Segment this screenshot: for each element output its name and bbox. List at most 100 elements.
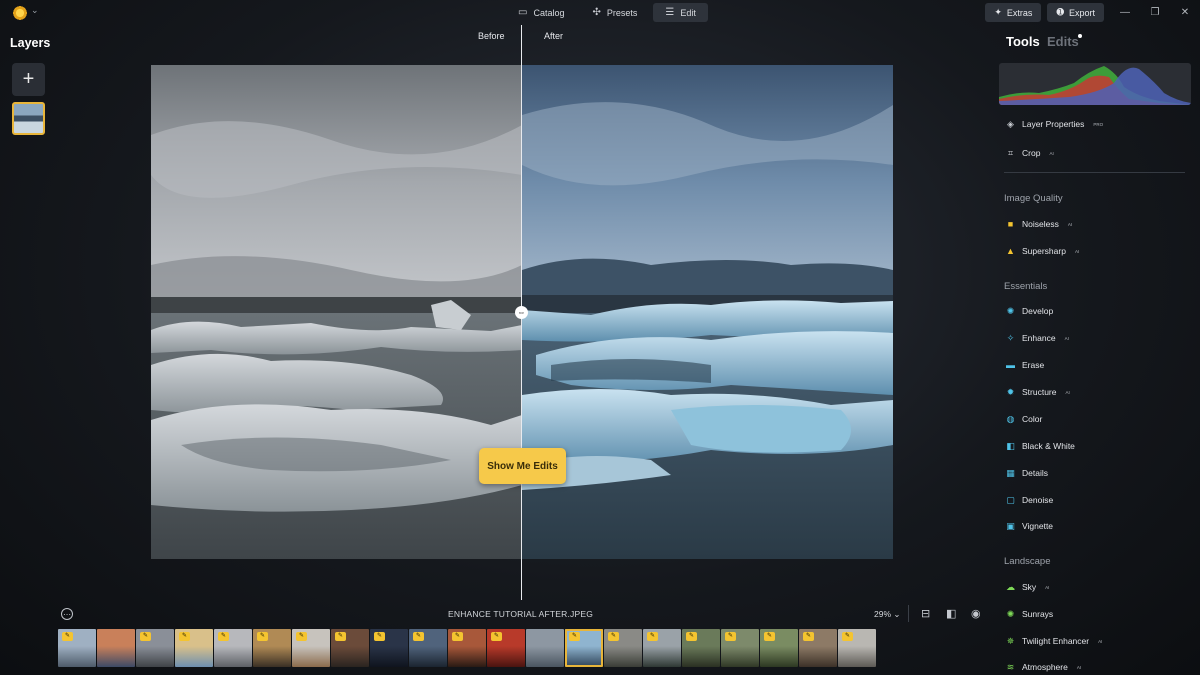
tool-develop[interactable]: ✺ Develop — [1006, 306, 1053, 316]
plus-icon: + — [22, 68, 35, 90]
filmstrip-thumbnail[interactable]: ✎ — [721, 629, 759, 667]
histogram-graph — [999, 66, 1191, 105]
filmstrip-thumbnail[interactable]: ✎ — [370, 629, 408, 667]
filmstrip-thumbnail[interactable]: ✎ — [604, 629, 642, 667]
tool-vignette[interactable]: ▣ Vignette — [1006, 521, 1053, 531]
tool-badge: AI — [1064, 335, 1069, 341]
filmstrip-thumbnail[interactable]: ✎ — [253, 629, 291, 667]
filmstrip-thumbnail[interactable]: ✎ — [643, 629, 681, 667]
after-label: After — [544, 31, 564, 41]
split-handle-icon[interactable]: ⇔ — [515, 306, 528, 319]
structure-icon: ✹ — [1006, 386, 1015, 397]
catalog-icon: ▭ — [518, 7, 528, 18]
preview-eye-icon[interactable]: ◉ — [971, 607, 981, 620]
tool-label: Color — [1022, 414, 1043, 424]
minimize-icon[interactable]: — — [1110, 7, 1140, 18]
restore-icon[interactable]: ❐ — [1140, 7, 1170, 18]
chevron-down-icon[interactable]: ⌄ — [31, 5, 39, 16]
noiseless-icon: ■ — [1007, 218, 1014, 229]
tool-label: Develop — [1022, 306, 1054, 316]
presets-icon: ✣ — [592, 7, 601, 18]
export-label: Export — [1068, 7, 1095, 18]
tool-label: Denoise — [1022, 495, 1054, 505]
show-me-edits-button[interactable]: Show Me Edits — [479, 448, 566, 484]
close-icon[interactable]: ✕ — [1170, 7, 1200, 18]
tool-crop[interactable]: ⌗ Crop AI — [1006, 148, 1054, 158]
edited-badge-icon: ✎ — [647, 632, 658, 641]
tool-erase[interactable]: ▬ Erase — [1006, 360, 1044, 370]
tool-layer-properties[interactable]: ◈ Layer Properties PRO — [1006, 119, 1103, 129]
tool-supersharp[interactable]: ▲ Supersharp AI — [1006, 246, 1079, 256]
filmstrip-thumbnail[interactable]: ✎ — [838, 629, 876, 667]
tool-details[interactable]: ▦ Details — [1006, 468, 1048, 478]
edited-badge-icon: ✎ — [179, 632, 190, 641]
crop-icon: ⌗ — [1007, 147, 1014, 158]
tool-badge: AI — [1049, 150, 1054, 156]
tab-edits[interactable]: Edits — [1047, 34, 1079, 49]
edited-badge-icon: ✎ — [842, 632, 853, 641]
filmstrip-thumbnail[interactable]: ✎ — [760, 629, 798, 667]
tool-label: Details — [1022, 468, 1048, 478]
edited-badge-icon: ✎ — [218, 632, 229, 641]
tab-edit[interactable]: ☰ Edit — [653, 3, 708, 22]
tool-atmosphere[interactable]: ≋ Atmosphere AI — [1006, 662, 1081, 672]
filmstrip-thumbnail[interactable] — [97, 629, 135, 667]
filmstrip-thumbnail[interactable]: ✎ — [409, 629, 447, 667]
tool-black-white[interactable]: ◧ Black & White — [1006, 441, 1075, 451]
tab-label: Presets — [606, 7, 638, 18]
tab-presets[interactable]: ✣ Presets — [580, 3, 649, 22]
top-right-controls: ✦ Extras ➊ Export — ❐ ✕ — [985, 3, 1200, 22]
filmstrip-thumbnail[interactable]: ✎ — [682, 629, 720, 667]
tool-label: Enhance — [1022, 333, 1056, 343]
edited-badge-icon: ✎ — [569, 632, 580, 641]
tool-structure[interactable]: ✹ Structure AI — [1006, 387, 1070, 397]
export-button[interactable]: ➊ Export — [1047, 3, 1104, 22]
tool-noiseless[interactable]: ■ Noiseless AI — [1006, 219, 1072, 229]
tool-twilight-enhancer[interactable]: ✵ Twilight Enhancer AI — [1006, 635, 1103, 646]
sky-icon: ☁ — [1006, 581, 1015, 592]
tab-catalog[interactable]: ▭ Catalog — [506, 3, 576, 22]
sparkle-icon: ✦ — [994, 7, 1002, 17]
edited-badge-icon: ✎ — [413, 632, 424, 641]
filmstrip-thumbnail[interactable]: ✎ — [58, 629, 96, 667]
tool-sunrays[interactable]: ✺ Sunrays — [1006, 609, 1053, 619]
tab-tools[interactable]: Tools — [1006, 34, 1040, 49]
filmstrip-thumbnail[interactable]: ✎ — [175, 629, 213, 667]
app-logo-icon[interactable] — [12, 5, 28, 21]
section-essentials: Essentials — [1004, 281, 1048, 292]
add-layer-button[interactable]: + — [12, 63, 45, 96]
layers-icon: ◈ — [1007, 118, 1014, 129]
filmstrip-options-icon[interactable]: ⋯ — [61, 608, 73, 620]
twilight-icon: ✵ — [1006, 635, 1015, 646]
filmstrip-thumbnail[interactable]: ✎ — [448, 629, 486, 667]
zoom-value: 29% — [874, 609, 892, 619]
filmstrip-thumbnail[interactable]: ✎ — [292, 629, 330, 667]
tool-enhance[interactable]: ✧ Enhance AI — [1006, 333, 1069, 343]
filmstrip-thumbnail[interactable] — [526, 629, 564, 667]
histogram — [999, 63, 1191, 105]
supersharp-icon: ▲ — [1006, 245, 1015, 256]
filmstrip-toggle-icon[interactable]: ⊟ — [921, 607, 930, 620]
develop-icon: ✺ — [1006, 305, 1015, 316]
edits-indicator-dot — [1078, 34, 1082, 38]
filmstrip-thumbnail[interactable]: ✎ — [136, 629, 174, 667]
edited-badge-icon: ✎ — [257, 632, 268, 641]
filmstrip-thumbnail[interactable]: ✎ — [565, 629, 603, 667]
zoom-level[interactable]: 29% ⌄ — [874, 609, 901, 620]
tool-badge: AI — [1076, 664, 1082, 670]
color-icon: ◍ — [1006, 413, 1015, 424]
tool-color[interactable]: ◍ Color — [1006, 413, 1043, 424]
tool-label: Black & White — [1022, 441, 1075, 451]
tool-sky[interactable]: ☁ Sky AI — [1006, 582, 1049, 592]
extras-button[interactable]: ✦ Extras — [985, 3, 1042, 22]
filmstrip-thumbnail[interactable]: ✎ — [487, 629, 525, 667]
filmstrip-thumbnail[interactable]: ✎ — [331, 629, 369, 667]
tool-denoise[interactable]: ▢ Denoise — [1006, 495, 1053, 505]
filmstrip-thumbnail[interactable]: ✎ — [799, 629, 837, 667]
vignette-icon: ▣ — [1006, 520, 1015, 531]
edited-badge-icon: ✎ — [335, 632, 346, 641]
tool-label: Atmosphere — [1022, 662, 1068, 672]
filmstrip-thumbnail[interactable]: ✎ — [214, 629, 252, 667]
compare-view-icon[interactable]: ◧ — [946, 607, 956, 620]
layer-thumbnail[interactable] — [12, 102, 45, 135]
